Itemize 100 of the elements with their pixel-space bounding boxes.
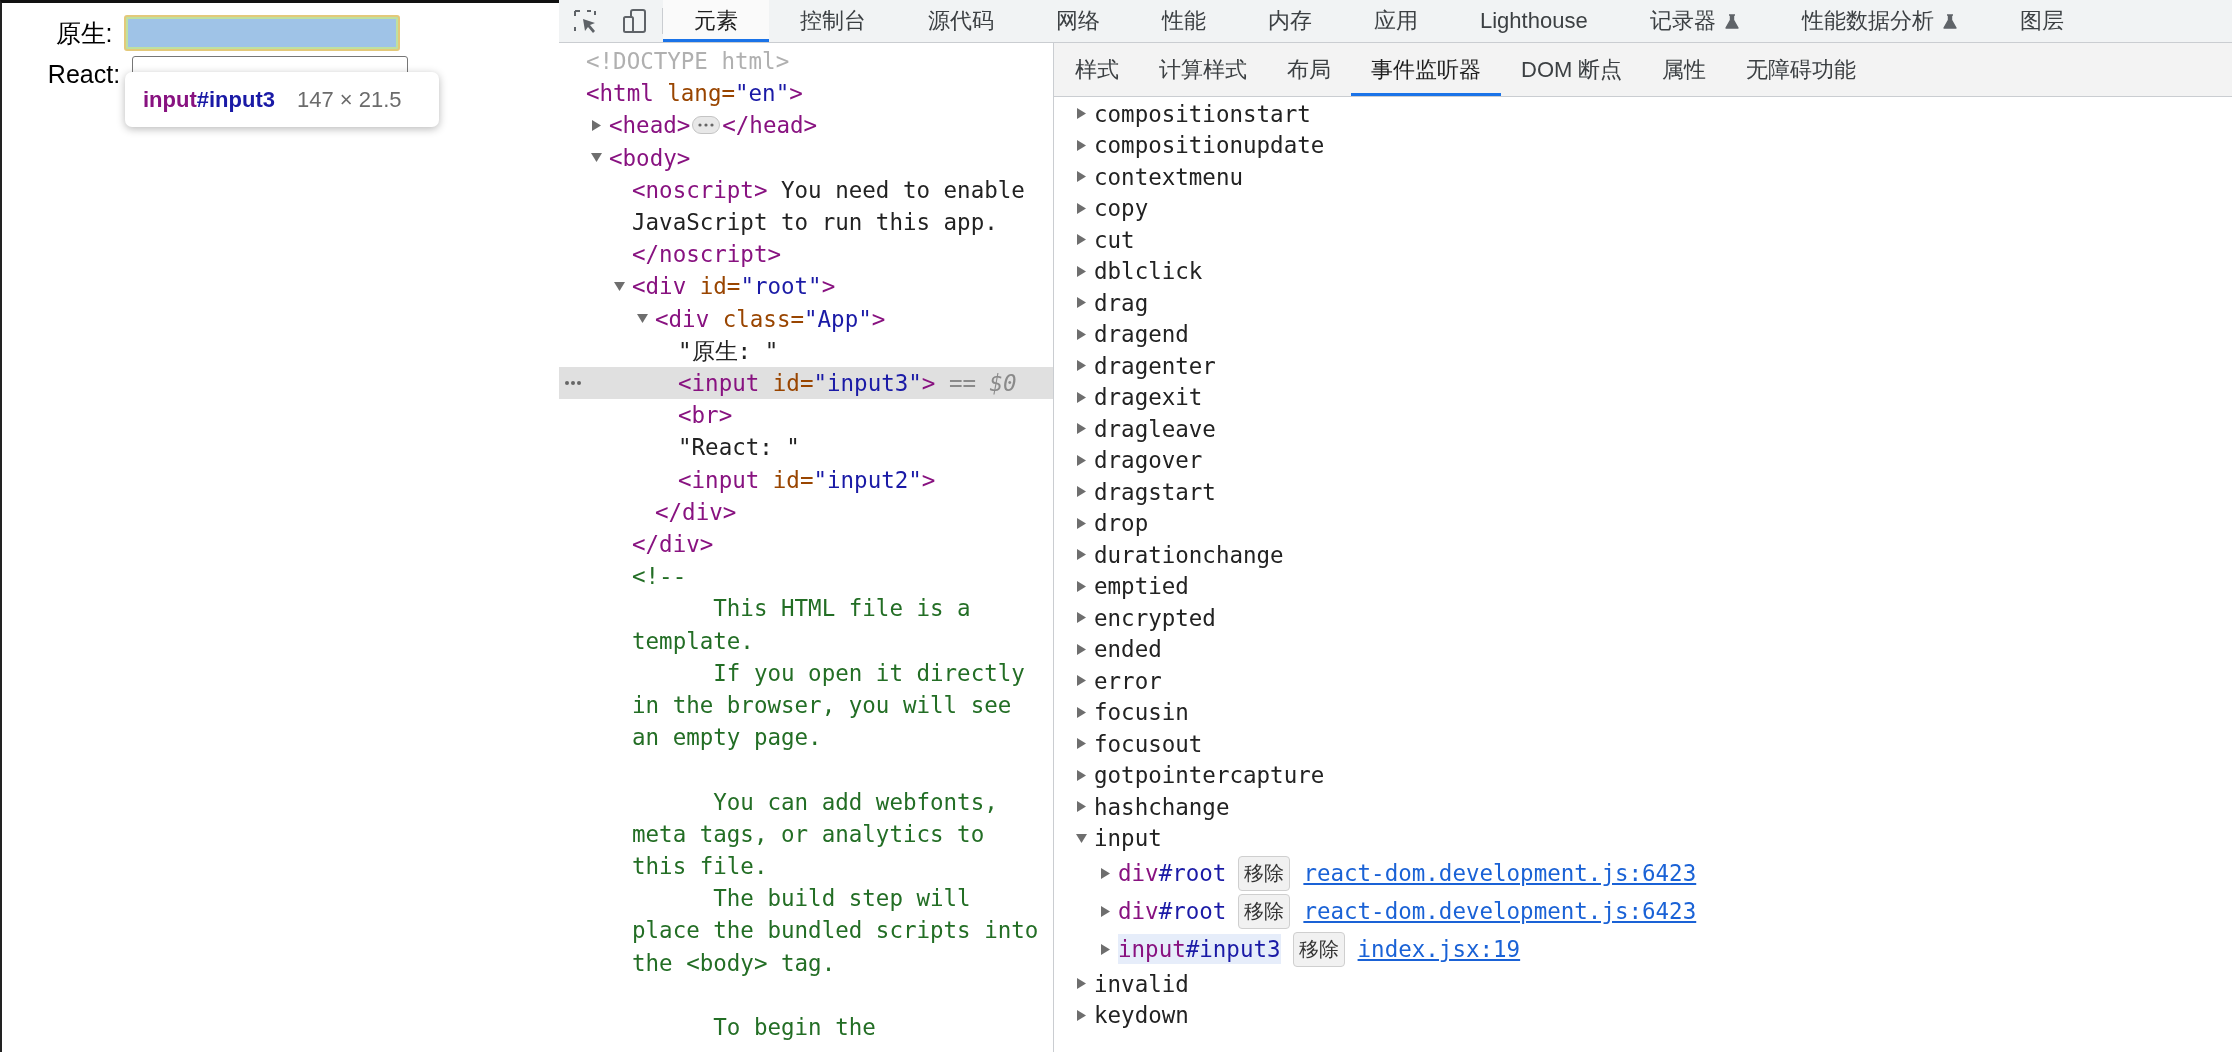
event-name[interactable]: cut: [1094, 226, 1135, 253]
collapsed-arrow-icon[interactable]: [1076, 1009, 1087, 1021]
sidebar-tab[interactable]: 布局: [1267, 43, 1351, 96]
dom-node[interactable]: <html lang="en">: [586, 77, 803, 110]
sidebar-tab[interactable]: 计算样式: [1139, 43, 1267, 96]
dom-node[interactable]: <input id="input3"> == $0: [678, 367, 1017, 400]
panel-tab[interactable]: 图层: [1988, 0, 2095, 42]
collapsed-arrow-icon[interactable]: [1100, 943, 1111, 955]
dom-node[interactable]: <head>: [609, 109, 691, 142]
dom-node[interactable]: </div>: [655, 495, 737, 529]
collapsed-arrow-icon[interactable]: [1100, 867, 1111, 879]
panel-tab[interactable]: 元素: [663, 0, 769, 42]
collapsed-arrow-icon[interactable]: [1100, 905, 1111, 917]
collapsed-arrow-icon[interactable]: [1076, 171, 1087, 183]
sidebar-tab[interactable]: 属性: [1642, 43, 1727, 96]
event-name[interactable]: copy: [1094, 195, 1149, 222]
collapsed-arrow-icon[interactable]: [1076, 297, 1087, 309]
event-name[interactable]: keydown: [1094, 1002, 1189, 1029]
event-name[interactable]: dragend: [1094, 321, 1189, 348]
collapsed-arrow-icon[interactable]: [1076, 234, 1087, 246]
sidebar-tab[interactable]: 无障碍功能: [1726, 43, 1877, 96]
html-comment[interactable]: <!-- This HTML file is a template. If you open it directly in the browser, you will see an empty page. You can add webfonts, meta tags, or analytics to this file. The build step will place the bundled scripts into the <body> tag. To begin the: [632, 560, 1046, 1044]
device-toolbar-icon[interactable]: [623, 8, 646, 34]
dom-node[interactable]: <input id="input2">: [678, 463, 936, 496]
collapsed-arrow-icon[interactable]: [1076, 643, 1087, 655]
panel-tab[interactable]: 内存: [1237, 0, 1343, 42]
panel-tab[interactable]: 源代码: [897, 0, 1025, 42]
remove-button[interactable]: 移除: [1292, 931, 1345, 967]
ellipsis-icon[interactable]: [692, 116, 721, 135]
collapsed-arrow-icon[interactable]: [1076, 978, 1087, 990]
dom-node[interactable]: <div class="App">: [655, 302, 886, 335]
selected-row[interactable]: <input id="input3"> == $0: [559, 367, 1053, 400]
collapsed-arrow-icon[interactable]: [1076, 328, 1087, 340]
event-name[interactable]: dragover: [1094, 447, 1203, 474]
event-name[interactable]: dblclick: [1094, 258, 1203, 285]
dom-node[interactable]: </noscript>: [632, 238, 781, 271]
collapsed-arrow-icon[interactable]: [1076, 612, 1087, 624]
panel-tab[interactable]: 网络: [1025, 0, 1131, 42]
dom-node[interactable]: <div id="root">: [632, 270, 836, 303]
event-name[interactable]: dragenter: [1094, 352, 1216, 379]
collapsed-arrow-icon[interactable]: [1076, 580, 1087, 592]
collapsed-arrow-icon[interactable]: [591, 119, 602, 131]
event-name[interactable]: durationchange: [1094, 541, 1284, 568]
event-name[interactable]: dragleave: [1094, 415, 1216, 442]
more-icon[interactable]: [565, 381, 581, 386]
inspect-icon[interactable]: [573, 8, 597, 34]
event-name[interactable]: drag: [1094, 289, 1149, 316]
collapsed-arrow-icon[interactable]: [1076, 454, 1087, 466]
event-name[interactable]: dragstart: [1094, 478, 1216, 505]
expanded-arrow-icon[interactable]: [1076, 832, 1087, 844]
event-name[interactable]: gotpointercapture: [1094, 762, 1325, 789]
dom-node[interactable]: "原生: ": [678, 334, 779, 368]
panel-tab[interactable]: 性能数据分析: [1770, 0, 1989, 42]
dom-node[interactable]: </head>: [722, 109, 818, 142]
sidebar-tab[interactable]: 事件监听器: [1351, 43, 1501, 96]
listener-target[interactable]: input#input3: [1118, 934, 1281, 964]
event-name[interactable]: error: [1094, 667, 1162, 694]
collapsed-arrow-icon[interactable]: [1076, 360, 1087, 372]
collapsed-arrow-icon[interactable]: [1076, 139, 1087, 151]
collapsed-arrow-icon[interactable]: [1076, 486, 1087, 498]
event-name[interactable]: compositionupdate: [1094, 132, 1325, 159]
event-name[interactable]: invalid: [1094, 970, 1189, 997]
source-link[interactable]: index.jsx:19: [1357, 936, 1521, 962]
collapsed-arrow-icon[interactable]: [1076, 738, 1087, 750]
panel-tab[interactable]: 性能: [1131, 0, 1237, 42]
event-name[interactable]: drop: [1094, 510, 1149, 537]
event-name[interactable]: hashchange: [1094, 793, 1230, 820]
dom-node[interactable]: <noscript> You need to enable JavaScript to run this app.: [632, 173, 1046, 239]
collapsed-arrow-icon[interactable]: [1076, 517, 1087, 529]
remove-button[interactable]: 移除: [1238, 893, 1291, 929]
listener-target[interactable]: div#root: [1118, 858, 1227, 888]
event-name[interactable]: contextmenu: [1094, 163, 1243, 190]
text-field[interactable]: [124, 15, 401, 51]
listener-target[interactable]: div#root: [1118, 896, 1227, 926]
event-name[interactable]: compositionstart: [1094, 100, 1311, 127]
sidebar-tab[interactable]: DOM 断点: [1501, 43, 1643, 96]
source-link[interactable]: react-dom.development.js:6423: [1303, 898, 1697, 924]
dom-node[interactable]: <br>: [678, 399, 733, 432]
remove-button[interactable]: 移除: [1238, 855, 1291, 891]
event-name[interactable]: dragexit: [1094, 384, 1203, 411]
collapsed-arrow-icon[interactable]: [1076, 801, 1087, 813]
collapsed-arrow-icon[interactable]: [1076, 675, 1087, 687]
event-name[interactable]: emptied: [1094, 573, 1189, 600]
collapsed-arrow-icon[interactable]: [1076, 423, 1087, 435]
collapsed-arrow-icon[interactable]: [1076, 769, 1087, 781]
collapsed-arrow-icon[interactable]: [1076, 391, 1087, 403]
event-name[interactable]: focusout: [1094, 730, 1203, 757]
panel-tab[interactable]: Lighthouse: [1449, 0, 1619, 42]
collapsed-arrow-icon[interactable]: [1076, 108, 1087, 120]
event-name[interactable]: ended: [1094, 636, 1162, 663]
collapsed-arrow-icon[interactable]: [1076, 202, 1087, 214]
dom-node[interactable]: "React: ": [678, 431, 800, 464]
collapsed-arrow-icon[interactable]: [1076, 265, 1087, 277]
source-link[interactable]: react-dom.development.js:6423: [1303, 860, 1697, 886]
expanded-arrow-icon[interactable]: [614, 280, 625, 292]
event-name[interactable]: encrypted: [1094, 604, 1216, 631]
dom-node[interactable]: <body>: [609, 141, 691, 174]
dom-node[interactable]: </div>: [632, 528, 714, 561]
event-name[interactable]: input: [1094, 825, 1162, 852]
expanded-arrow-icon[interactable]: [591, 152, 602, 164]
